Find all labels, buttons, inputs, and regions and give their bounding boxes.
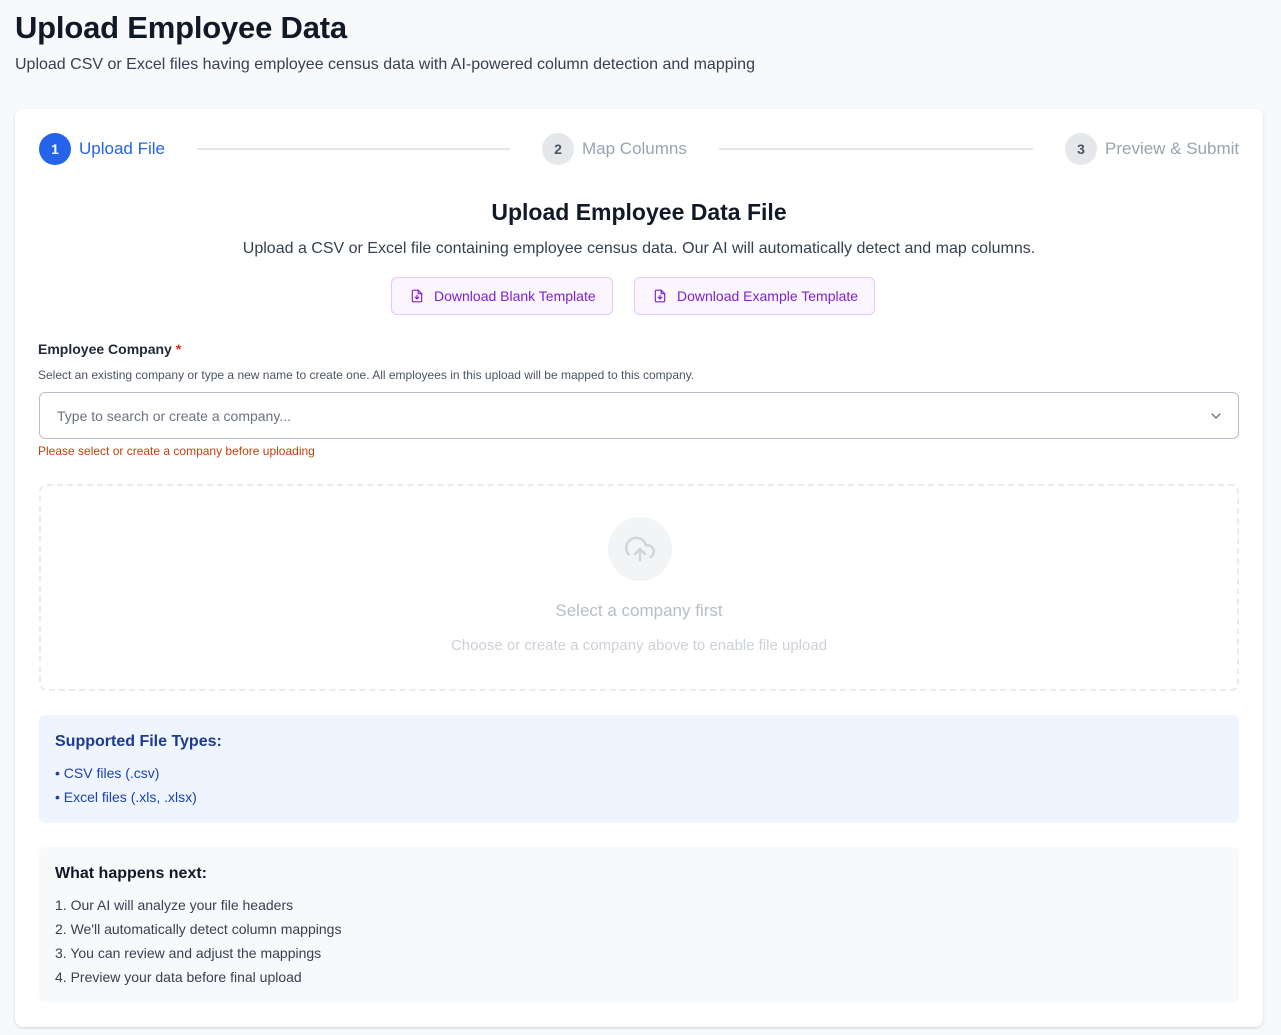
step-number: 3 — [1065, 133, 1097, 165]
list-item: 3. You can review and adjust the mapping… — [55, 945, 322, 961]
upload-icon-circle — [608, 517, 672, 581]
upload-card: 1 Upload File 2 Map Columns 3 Preview & … — [15, 109, 1263, 1027]
company-search-input[interactable]: Type to search or create a company... — [57, 408, 291, 424]
step-preview-submit: 3 Preview & Submit — [1065, 133, 1239, 165]
list-item: 4. Preview your data before final upload — [55, 969, 302, 985]
dropzone-title: Select a company first — [555, 601, 723, 620]
step-upload-file: 1 Upload File — [39, 133, 165, 165]
employee-company-label: Employee Company * — [38, 341, 181, 357]
required-marker: * — [175, 341, 182, 357]
list-item: 2. We'll automatically detect column map… — [55, 921, 342, 937]
what-happens-next-box: What happens next: 1. Our AI will analyz… — [39, 847, 1239, 1002]
next-steps-title: What happens next: — [55, 865, 208, 882]
file-dropzone: Select a company first Choose or create … — [39, 484, 1239, 691]
step-label: Preview & Submit — [1105, 139, 1240, 158]
step-connector — [197, 148, 510, 150]
supported-file-types-box: Supported File Types: • CSV files (.csv)… — [39, 715, 1239, 823]
company-help-text: Select an existing company or type a new… — [38, 368, 695, 382]
page-subtitle: Upload CSV or Excel files having employe… — [15, 56, 755, 73]
download-example-template-button[interactable]: Download Example Template — [634, 277, 876, 315]
file-download-icon — [411, 289, 423, 303]
list-item: • Excel files (.xls, .xlsx) — [55, 789, 197, 805]
next-steps-list: 1. Our AI will analyze your file headers… — [55, 893, 1223, 989]
section-title: Upload Employee Data File — [491, 199, 787, 225]
upload-cloud-icon — [625, 536, 655, 562]
dropzone-description: Choose or create a company above to enab… — [450, 637, 828, 654]
step-label: Upload File — [79, 139, 165, 158]
company-combobox[interactable]: Type to search or create a company... — [39, 392, 1239, 439]
button-label: Download Example Template — [677, 288, 859, 304]
list-item: 1. Our AI will analyze your file headers — [55, 897, 294, 913]
step-number: 1 — [39, 133, 71, 165]
chevron-down-icon[interactable] — [1208, 408, 1224, 424]
list-item: • CSV files (.csv) — [55, 765, 160, 781]
step-label: Map Columns — [582, 139, 687, 158]
page-title: Upload Employee Data — [15, 10, 347, 45]
button-label: Download Blank Template — [434, 288, 596, 304]
section-description: Upload a CSV or Excel file containing em… — [242, 240, 1036, 257]
supported-types-title: Supported File Types: — [55, 733, 222, 750]
step-map-columns: 2 Map Columns — [542, 133, 687, 165]
file-download-icon — [654, 289, 666, 303]
company-warning-text: Please select or create a company before… — [38, 444, 315, 458]
download-blank-template-button[interactable]: Download Blank Template — [391, 277, 613, 315]
supported-types-list: • CSV files (.csv) • Excel files (.xls, … — [55, 761, 1223, 809]
field-label-text: Employee Company — [38, 341, 172, 357]
step-number: 2 — [542, 133, 574, 165]
step-connector — [719, 148, 1033, 150]
